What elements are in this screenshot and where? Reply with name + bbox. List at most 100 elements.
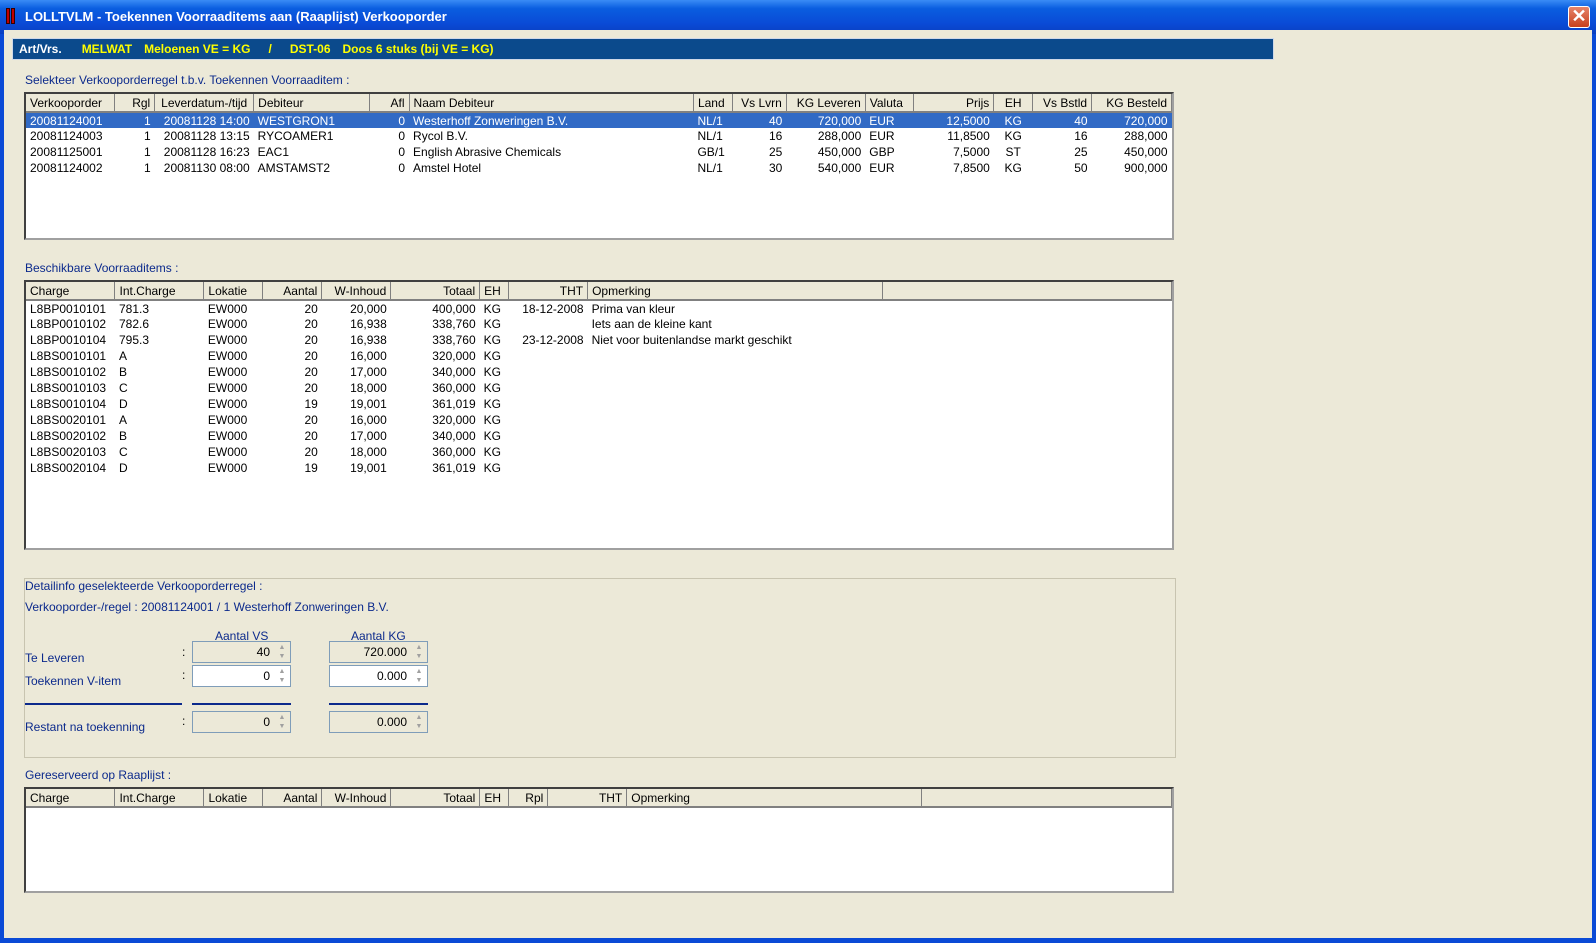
column-header[interactable]: Afl <box>369 94 410 113</box>
table-cell: L8BP0010101 <box>30 301 107 316</box>
column-header[interactable]: Land <box>693 94 733 113</box>
column-header[interactable]: Rpl <box>508 789 549 808</box>
table-cell: B <box>118 429 127 443</box>
table-cell: 30 <box>768 161 783 175</box>
table-row[interactable]: L8BS0010103 C EW000 20 18,000 360,000 KG <box>26 380 1172 396</box>
close-icon[interactable]: ✕ <box>1568 6 1590 28</box>
table-cell: 20 <box>304 317 318 331</box>
column-header[interactable]: Debiteur <box>253 94 370 113</box>
toekennen-kg-field[interactable]: 0.000 ▲ ▼ <box>329 665 428 687</box>
table-cell: Amstel Hotel <box>413 161 482 175</box>
table-row[interactable]: L8BP0010102 782.6 EW000 20 16,938 338,760 KG Ie… <box>26 316 1172 332</box>
table-cell: C <box>118 381 128 395</box>
column-header[interactable]: THT <box>508 282 589 301</box>
table-cell: 20081128 14:00 <box>154 112 254 128</box>
table-cell <box>509 444 588 460</box>
column-header[interactable]: Vs Lvrn <box>732 94 787 113</box>
te-leveren-kg-field[interactable]: 720.000 ▲ ▼ <box>329 641 428 663</box>
table-row[interactable]: 20081124001 1 20081128 14:00 WESTGRON1 0 West… <box>26 112 1172 128</box>
column-header[interactable]: Leverdatum-/tijd <box>154 94 255 113</box>
table-row[interactable]: L8BP0010104 795.3 EW000 20 16,938 338,760 KG 23… <box>26 332 1172 348</box>
table-cell: 450,000 <box>817 145 862 159</box>
table-cell: 25 <box>768 145 783 159</box>
table-cell: A <box>118 413 127 427</box>
table-cell: 20081130 08:00 <box>163 161 250 175</box>
column-header[interactable]: Naam Debiteur <box>409 94 694 113</box>
table-row[interactable]: 20081125001 1 20081128 16:23 EAC1 0 English A… <box>26 144 1172 160</box>
column-header[interactable]: EH <box>479 789 510 808</box>
column-header[interactable]: Lokatie <box>203 789 264 808</box>
table-row[interactable]: L8BS0010102 B EW000 20 17,000 340,000 KG <box>26 364 1172 380</box>
table-row[interactable]: L8BS0010101 A EW000 20 16,000 320,000 KG <box>26 348 1172 364</box>
article-code: MELWAT <box>81 42 133 56</box>
column-header[interactable] <box>921 789 1172 808</box>
table-row[interactable]: L8BS0020104 D EW000 19 19,001 361,019 KG <box>26 460 1172 476</box>
restant-kg-field[interactable]: 0.000 ▲ ▼ <box>329 711 428 733</box>
reserved-grid[interactable]: Charge Int.Charge Lokatie Aantal W-Inhoud Tot… <box>24 787 1174 893</box>
table-row[interactable]: 20081124003 1 20081128 13:15 RYCOAMER1 0 Ryco… <box>26 128 1172 144</box>
restant-vs-field[interactable]: 0 ▲ ▼ <box>192 711 291 733</box>
spinner-arrows-icon[interactable]: ▲ ▼ <box>275 713 289 731</box>
table-cell: 20,000 <box>350 301 387 316</box>
column-header[interactable]: Verkooporder <box>26 94 116 113</box>
te-leveren-vs-field[interactable]: 40 ▲ ▼ <box>192 641 291 663</box>
column-header[interactable]: Totaal <box>390 789 481 808</box>
column-header[interactable]: THT <box>547 789 628 808</box>
table-cell: 450,000 <box>1124 145 1168 159</box>
column-header[interactable]: Vs Bstld <box>1032 94 1093 113</box>
table-cell: EW000 <box>207 445 248 459</box>
spinner-arrows-icon[interactable]: ▲ ▼ <box>412 713 426 731</box>
table-cell: KG <box>483 333 501 347</box>
table-row[interactable]: L8BS0020101 A EW000 20 16,000 320,000 KG <box>26 412 1172 428</box>
column-header[interactable]: Opmerking <box>587 282 883 301</box>
table-cell: EW000 <box>207 301 248 316</box>
spinner-arrows-icon[interactable]: ▲ ▼ <box>275 643 289 661</box>
column-header[interactable]: Charge <box>26 789 116 808</box>
title-bar[interactable]: LOLLTVLM - Toekennen Voorraaditems aan (… <box>0 0 1596 34</box>
column-header[interactable]: Opmerking <box>626 789 923 808</box>
column-header[interactable]: EH <box>993 94 1034 113</box>
column-header[interactable]: Lokatie <box>203 282 264 301</box>
column-header[interactable]: KG Besteld <box>1091 94 1172 113</box>
orders-header-row: Verkooporder Rgl Leverdatum-/tijd Debiteur A… <box>26 94 1172 113</box>
stock-grid[interactable]: Charge Int.Charge Lokatie Aantal W-Inhoud Tot… <box>24 280 1174 550</box>
table-cell: 11,8500 <box>947 129 990 143</box>
table-cell: 320,000 <box>432 349 476 363</box>
table-cell: L8BS0010101 <box>30 349 107 363</box>
column-header[interactable]: Prijs <box>913 94 995 113</box>
column-header[interactable]: W-Inhoud <box>321 282 392 301</box>
column-header[interactable]: Charge <box>26 282 116 301</box>
table-cell: 360,000 <box>432 445 476 459</box>
column-header[interactable]: Int.Charge <box>114 282 205 301</box>
table-row[interactable]: L8BS0020103 C EW000 20 18,000 360,000 KG <box>26 444 1172 460</box>
column-header[interactable]: KG Leveren <box>786 94 866 113</box>
table-cell: KG <box>483 365 501 379</box>
table-cell: KG <box>483 413 501 427</box>
column-header[interactable]: Totaal <box>390 282 481 301</box>
table-row[interactable]: L8BS0010104 D EW000 19 19,001 361,019 KG <box>26 396 1172 412</box>
table-cell: 20081125001 <box>30 145 103 159</box>
table-row[interactable]: L8BS0020102 B EW000 20 17,000 340,000 KG <box>26 428 1172 444</box>
table-cell: L8BS0010104 <box>30 397 107 411</box>
column-header[interactable]: Valuta <box>865 94 914 113</box>
orders-section-label: Selekteer Verkooporderregel t.b.v. Toeke… <box>25 73 350 87</box>
table-cell: 1 <box>144 161 151 175</box>
table-row[interactable]: L8BP0010101 781.3 EW000 20 20,000 400,000 KG 18… <box>26 300 1172 316</box>
column-header[interactable]: EH <box>479 282 510 301</box>
table-cell <box>588 364 883 380</box>
column-header[interactable]: Aantal <box>262 282 323 301</box>
column-header[interactable]: Rgl <box>114 94 156 113</box>
column-header[interactable]: W-Inhoud <box>321 789 392 808</box>
table-row[interactable]: 20081124002 1 20081130 08:00 AMSTAMST2 0 Amst… <box>26 160 1172 176</box>
column-header[interactable]: Int.Charge <box>114 789 205 808</box>
table-cell: 0 <box>398 145 406 159</box>
table-cell: KG <box>1004 161 1022 175</box>
column-header[interactable] <box>882 282 1172 301</box>
toekennen-vs-field[interactable]: 0 ▲ ▼ <box>192 665 291 687</box>
spinner-arrows-icon[interactable]: ▲ ▼ <box>275 667 289 685</box>
stock-section-label: Beschikbare Voorraaditems : <box>25 261 179 275</box>
orders-grid[interactable]: Verkooporder Rgl Leverdatum-/tijd Debiteur A… <box>24 92 1174 240</box>
spinner-arrows-icon[interactable]: ▲ ▼ <box>412 667 426 685</box>
spinner-arrows-icon[interactable]: ▲ ▼ <box>412 643 426 661</box>
column-header[interactable]: Aantal <box>262 789 323 808</box>
